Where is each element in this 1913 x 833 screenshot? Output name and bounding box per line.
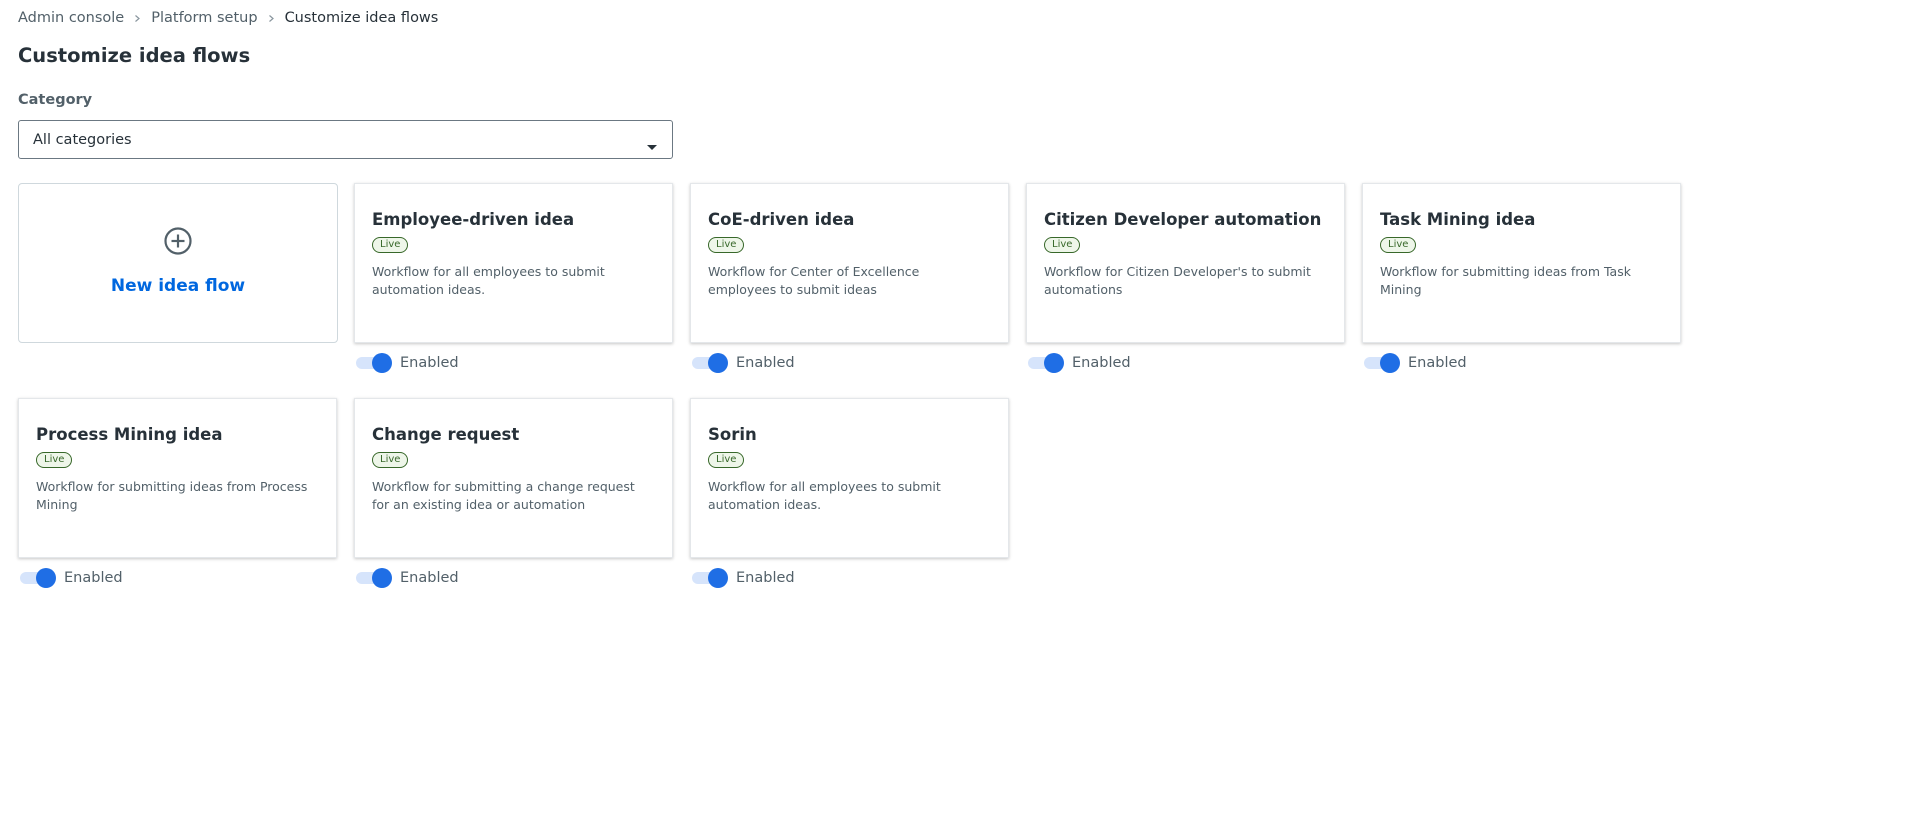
toggle-label: Enabled (1072, 355, 1131, 371)
toggle-label: Enabled (64, 570, 123, 586)
toggle-thumb (708, 568, 728, 588)
category-label: Category (18, 92, 93, 108)
enable-toggle-row: Enabled (354, 351, 459, 375)
toggle-thumb (36, 568, 56, 588)
toggle-thumb (1380, 353, 1400, 373)
status-badge: Live (1044, 237, 1081, 253)
plus-circle-icon (163, 226, 193, 256)
breadcrumb-admin-console[interactable]: Admin console (18, 10, 124, 26)
enable-toggle-row: Enabled (690, 566, 795, 590)
toggle-thumb (1044, 353, 1064, 373)
page-title: Customize idea flows (18, 44, 251, 67)
enable-toggle[interactable] (1362, 351, 1400, 375)
idea-flow-card-change-request[interactable]: Change request Live Workflow for submitt… (354, 398, 673, 558)
enable-toggle-row: Enabled (1026, 351, 1131, 375)
new-idea-flow-card[interactable]: New idea flow (18, 183, 338, 343)
toggle-label: Enabled (1408, 355, 1467, 371)
card-description: Workflow for all employees to submit aut… (708, 479, 941, 512)
status-badge: Live (708, 452, 745, 468)
idea-flow-card-employee-driven[interactable]: Employee-driven idea Live Workflow for a… (354, 183, 673, 343)
card-title: Citizen Developer automation (1044, 210, 1322, 229)
status-badge: Live (1380, 237, 1417, 253)
card-description: Workflow for submitting a change request… (372, 479, 635, 512)
toggle-thumb (708, 353, 728, 373)
idea-flow-card-coe-driven[interactable]: CoE-driven idea Live Workflow for Center… (690, 183, 1009, 343)
enable-toggle-row: Enabled (354, 566, 459, 590)
card-description: Workflow for all employees to submit aut… (372, 264, 605, 297)
card-description: Workflow for Citizen Developer's to subm… (1044, 264, 1311, 297)
card-title: Task Mining idea (1380, 210, 1536, 229)
idea-flow-card-citizen-developer[interactable]: Citizen Developer automation Live Workfl… (1026, 183, 1345, 343)
toggle-label: Enabled (400, 355, 459, 371)
enable-toggle[interactable] (690, 566, 728, 590)
status-badge: Live (36, 452, 73, 468)
breadcrumb-current: Customize idea flows (284, 10, 439, 26)
enable-toggle-row: Enabled (690, 351, 795, 375)
category-select[interactable]: All categories (18, 120, 673, 159)
idea-flow-card-task-mining[interactable]: Task Mining idea Live Workflow for submi… (1362, 183, 1681, 343)
idea-flow-card-process-mining[interactable]: Process Mining idea Live Workflow for su… (18, 398, 337, 558)
chevron-right-icon (268, 14, 275, 22)
status-badge: Live (372, 452, 409, 468)
breadcrumb-platform-setup[interactable]: Platform setup (151, 10, 257, 26)
chevron-right-icon (134, 14, 141, 22)
card-title: CoE-driven idea (708, 210, 855, 229)
card-title: Employee-driven idea (372, 210, 575, 229)
status-badge: Live (708, 237, 745, 253)
enable-toggle[interactable] (354, 566, 392, 590)
idea-flow-card-sorin[interactable]: Sorin Live Workflow for all employees to… (690, 398, 1009, 558)
enable-toggle-row: Enabled (18, 566, 123, 590)
toggle-label: Enabled (400, 570, 459, 586)
enable-toggle[interactable] (18, 566, 56, 590)
enable-toggle[interactable] (354, 351, 392, 375)
card-title: Change request (372, 425, 520, 444)
toggle-thumb (372, 353, 392, 373)
breadcrumb: Admin console Platform setup Customize i… (18, 10, 438, 26)
new-idea-flow-label: New idea flow (110, 276, 246, 296)
toggle-label: Enabled (736, 355, 795, 371)
enable-toggle[interactable] (690, 351, 728, 375)
enable-toggle[interactable] (1026, 351, 1064, 375)
card-title: Sorin (708, 425, 757, 444)
card-title: Process Mining idea (36, 425, 223, 444)
status-badge: Live (372, 237, 409, 253)
toggle-label: Enabled (736, 570, 795, 586)
card-description: Workflow for submitting ideas from Proce… (36, 479, 308, 512)
enable-toggle-row: Enabled (1362, 351, 1467, 375)
caret-down-icon (646, 136, 658, 150)
card-description: Workflow for submitting ideas from Task … (1380, 264, 1631, 297)
card-description: Workflow for Center of Excellence employ… (708, 264, 920, 297)
toggle-thumb (372, 568, 392, 588)
category-select-value: All categories (33, 131, 132, 148)
